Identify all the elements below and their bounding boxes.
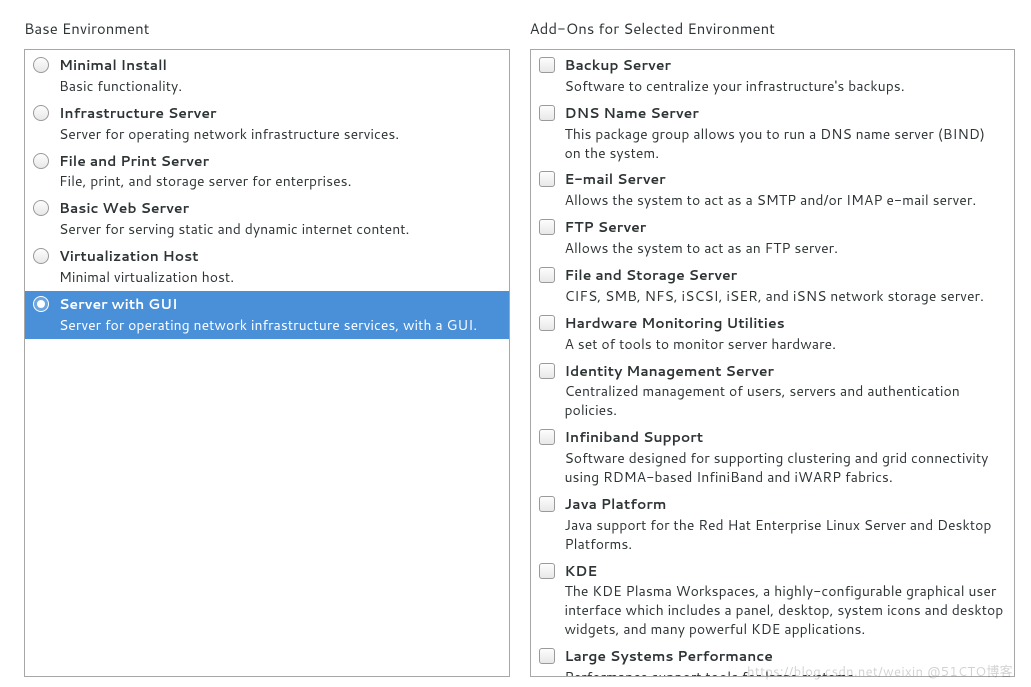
checkbox-icon[interactable]: [539, 429, 555, 445]
option-text: Hardware Monitoring Utilities A set of to…: [565, 314, 1005, 354]
radio-icon[interactable]: [33, 105, 49, 121]
addon-option[interactable]: KDEThe KDE Plasma Workspaces, a highly-c…: [531, 558, 1015, 644]
checkbox-icon[interactable]: [539, 57, 555, 73]
base-environment-list[interactable]: Minimal Install Basic functionality. Infra…: [25, 50, 509, 676]
option-title: File and Print Server: [59, 152, 499, 171]
option-text: E-mail Server Allows the system to act as…: [565, 170, 1005, 210]
option-description: Allows the system to act as a SMTP and/o…: [565, 191, 1005, 210]
checkbox-icon[interactable]: [539, 496, 555, 512]
checkbox-icon[interactable]: [539, 363, 555, 379]
addon-option[interactable]: Hardware Monitoring Utilities A set of to…: [531, 310, 1015, 358]
checkbox-icon[interactable]: [539, 171, 555, 187]
option-title: Java Platform: [565, 495, 1005, 514]
option-text: Large Systems Performance Performance sup…: [565, 647, 1005, 676]
option-description: Performance support tools for large syst…: [565, 668, 1005, 676]
base-env-option[interactable]: Virtualization Host Minimal virtualizatio…: [25, 243, 509, 291]
option-description: File, print, and storage server for ente…: [59, 172, 499, 191]
option-description: The KDE Plasma Workspaces, a highly-conf…: [565, 582, 1005, 639]
addon-option[interactable]: FTP Server Allows the system to act as an…: [531, 214, 1015, 262]
option-title: FTP Server: [565, 218, 1005, 237]
radio-icon[interactable]: [33, 153, 49, 169]
option-title: Large Systems Performance: [565, 647, 1005, 666]
option-title: DNS Name Server: [565, 104, 1005, 123]
option-description: CIFS, SMB, NFS, iSCSI, iSER, and iSNS ne…: [565, 287, 1005, 306]
addon-option[interactable]: DNS Name Server This package group allows…: [531, 100, 1015, 167]
option-text: Virtualization Host Minimal virtualizatio…: [59, 247, 499, 287]
option-description: Basic functionality.: [59, 77, 499, 96]
base-env-option[interactable]: Basic Web Server Server for serving stati…: [25, 195, 509, 243]
option-title: E-mail Server: [565, 170, 1005, 189]
base-environment-heading: Base Environment: [24, 10, 510, 49]
option-text: Minimal Install Basic functionality.: [59, 56, 499, 96]
addon-option[interactable]: File and Storage Server CIFS, SMB, NFS, i…: [531, 262, 1015, 310]
option-description: Allows the system to act as an FTP serve…: [565, 239, 1005, 258]
base-env-option[interactable]: File and Print ServerFile, print, and st…: [25, 148, 509, 196]
option-title: Identity Management Server: [565, 362, 1005, 381]
addon-option[interactable]: E-mail Server Allows the system to act as…: [531, 166, 1015, 214]
option-description: This package group allows you to run a D…: [565, 125, 1005, 163]
radio-icon[interactable]: [33, 248, 49, 264]
checkbox-icon[interactable]: [539, 648, 555, 664]
option-title: File and Storage Server: [565, 266, 1005, 285]
option-description: Software designed for supporting cluster…: [565, 449, 1005, 487]
addons-listbox: Backup Server Software to centralize your…: [530, 49, 1016, 677]
base-env-option[interactable]: Infrastructure Server Server for operatin…: [25, 100, 509, 148]
option-text: Infiniband Support Software designed for …: [565, 428, 1005, 487]
option-description: Centralized management of users, servers…: [565, 382, 1005, 420]
option-description: Server for operating network infrastruct…: [59, 316, 499, 335]
option-text: Backup Server Software to centralize your…: [565, 56, 1005, 96]
addon-option[interactable]: Infiniband Support Software designed for …: [531, 424, 1015, 491]
option-description: A set of tools to monitor server hardwar…: [565, 335, 1005, 354]
base-environment-column: Base Environment Minimal Install Basic fu…: [24, 10, 510, 677]
base-env-option[interactable]: Minimal Install Basic functionality.: [25, 52, 509, 100]
addon-option[interactable]: Backup Server Software to centralize your…: [531, 52, 1015, 100]
checkbox-icon[interactable]: [539, 267, 555, 283]
checkbox-icon[interactable]: [539, 563, 555, 579]
option-title: Backup Server: [565, 56, 1005, 75]
addons-list[interactable]: Backup Server Software to centralize your…: [531, 50, 1015, 676]
addon-option[interactable]: Identity Management ServerCentralized ma…: [531, 358, 1015, 425]
option-description: Software to centralize your infrastructu…: [565, 77, 1005, 96]
option-description: Server for operating network infrastruct…: [59, 125, 499, 144]
option-text: Identity Management ServerCentralized ma…: [565, 362, 1005, 421]
option-title: Server with GUI: [59, 295, 499, 314]
option-text: File and Storage Server CIFS, SMB, NFS, i…: [565, 266, 1005, 306]
option-text: KDEThe KDE Plasma Workspaces, a highly-c…: [565, 562, 1005, 640]
option-title: KDE: [565, 562, 1005, 581]
checkbox-icon[interactable]: [539, 105, 555, 121]
option-title: Infiniband Support: [565, 428, 1005, 447]
addon-option[interactable]: Large Systems Performance Performance sup…: [531, 643, 1015, 676]
option-text: FTP Server Allows the system to act as an…: [565, 218, 1005, 258]
addon-option[interactable]: Java Platform Java support for the Red Ha…: [531, 491, 1015, 558]
checkbox-icon[interactable]: [539, 315, 555, 331]
base-environment-listbox: Minimal Install Basic functionality. Infra…: [24, 49, 510, 677]
option-text: Server with GUI Server for operating netw…: [59, 295, 499, 335]
option-text: Basic Web Server Server for serving stati…: [59, 199, 499, 239]
option-title: Minimal Install: [59, 56, 499, 75]
option-description: Minimal virtualization host.: [59, 268, 499, 287]
checkbox-icon[interactable]: [539, 219, 555, 235]
option-title: Hardware Monitoring Utilities: [565, 314, 1005, 333]
radio-icon[interactable]: [33, 57, 49, 73]
option-text: Java Platform Java support for the Red Ha…: [565, 495, 1005, 554]
option-description: Server for serving static and dynamic in…: [59, 220, 499, 239]
radio-icon[interactable]: [33, 200, 49, 216]
option-text: Infrastructure Server Server for operatin…: [59, 104, 499, 144]
option-description: Java support for the Red Hat Enterprise …: [565, 516, 1005, 554]
option-title: Infrastructure Server: [59, 104, 499, 123]
base-env-option[interactable]: Server with GUI Server for operating netw…: [25, 291, 509, 339]
addons-column: Add-Ons for Selected Environment Backup …: [530, 10, 1016, 677]
option-title: Virtualization Host: [59, 247, 499, 266]
option-title: Basic Web Server: [59, 199, 499, 218]
option-text: DNS Name Server This package group allows…: [565, 104, 1005, 163]
addons-heading: Add-Ons for Selected Environment: [530, 10, 1016, 49]
radio-icon[interactable]: [33, 296, 49, 312]
option-text: File and Print ServerFile, print, and st…: [59, 152, 499, 192]
